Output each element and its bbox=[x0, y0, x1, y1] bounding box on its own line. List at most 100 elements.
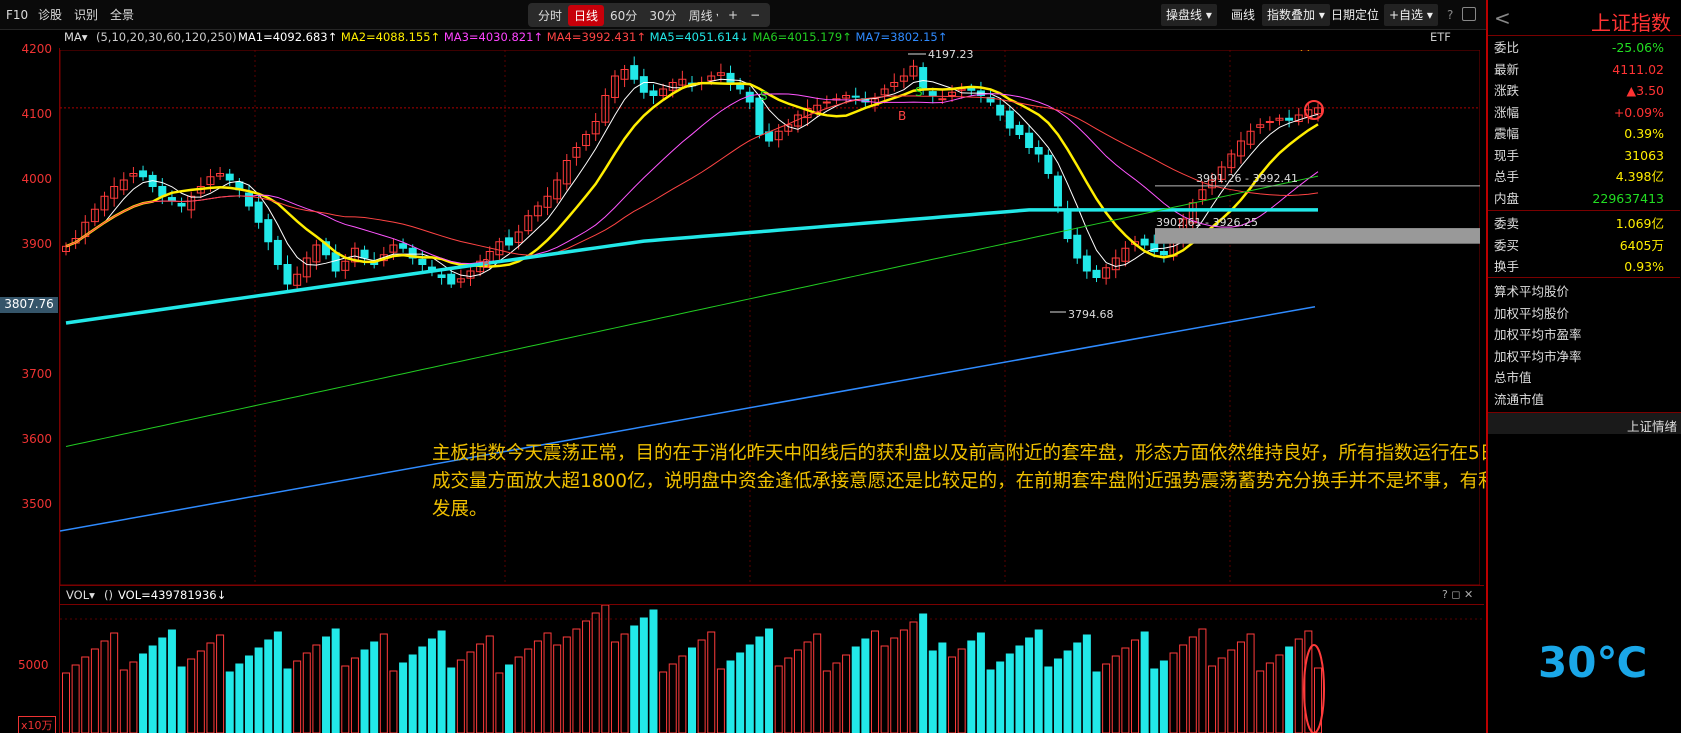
tab-60min[interactable]: 60分 bbox=[604, 5, 643, 26]
volume-bar bbox=[793, 649, 802, 733]
ma-item-7: MA7=3802.15↑ bbox=[855, 30, 948, 44]
vol-ytick: 5000 bbox=[18, 658, 49, 672]
ma5-line bbox=[65, 208, 1318, 325]
volume-bar bbox=[1092, 671, 1101, 733]
volume-bar bbox=[447, 667, 456, 733]
order-label: 委卖 bbox=[1494, 216, 1520, 231]
quote-row: 涨幅 +0.09% bbox=[1490, 102, 1680, 124]
kline-candle bbox=[649, 90, 658, 97]
stat-row: 算术平均股价 bbox=[1490, 281, 1680, 303]
quote-row: 最新 4111.02 bbox=[1490, 59, 1680, 81]
quote-label: 内盘 bbox=[1494, 190, 1520, 206]
volume-bar bbox=[302, 652, 311, 733]
volume-bar bbox=[408, 654, 417, 733]
volume-bar bbox=[264, 639, 273, 733]
stat-label: 加权平均市净率 bbox=[1494, 348, 1582, 364]
y-tick-label: 4000 bbox=[21, 172, 52, 186]
volume-bar bbox=[1246, 633, 1255, 733]
vol-window-controls[interactable]: ? ◻ ✕ bbox=[1442, 588, 1473, 601]
kline-candle bbox=[928, 91, 937, 96]
stat-row: 总市值 bbox=[1490, 367, 1680, 389]
panorama-button[interactable]: 全景 bbox=[108, 5, 136, 25]
volume-bar bbox=[1217, 657, 1226, 733]
support-zone bbox=[1155, 228, 1480, 244]
volume-bar bbox=[90, 648, 99, 733]
order-value: 1.069亿 bbox=[1615, 216, 1664, 231]
quote-label: 现手 bbox=[1494, 147, 1520, 163]
volume-bar bbox=[822, 670, 831, 733]
volume-bar bbox=[861, 638, 870, 733]
tab-30min[interactable]: 30分 bbox=[643, 5, 682, 26]
quote-value: 229637413 bbox=[1592, 190, 1664, 206]
stat-row: 加权平均股价 bbox=[1490, 303, 1680, 325]
volume-bar bbox=[216, 634, 225, 733]
volume-bar bbox=[399, 662, 408, 733]
identify-button[interactable]: 识别 bbox=[72, 5, 100, 25]
stat-label: 加权平均市盈率 bbox=[1494, 327, 1582, 342]
volume-bar bbox=[485, 635, 494, 733]
tab-intraday[interactable]: 分时 bbox=[532, 5, 568, 26]
f10-button[interactable]: F10 bbox=[4, 5, 30, 25]
kline-candle bbox=[1285, 117, 1294, 121]
back-icon[interactable]: < bbox=[1494, 6, 1511, 30]
volume-bar bbox=[1073, 642, 1082, 733]
volume-bar bbox=[244, 655, 253, 733]
volume-bar bbox=[119, 669, 128, 733]
kline-candle bbox=[1005, 110, 1014, 129]
vol-title[interactable]: VOL▾ bbox=[66, 588, 95, 602]
etf-label[interactable]: ETF bbox=[1430, 30, 1451, 46]
kline-candle bbox=[283, 264, 292, 285]
diagnose-button[interactable]: 诊股 bbox=[36, 5, 64, 25]
tab-daily[interactable]: 日线 bbox=[568, 4, 605, 26]
kline-candle bbox=[1015, 124, 1024, 136]
volume-bar bbox=[938, 642, 947, 733]
volume-bar bbox=[562, 636, 571, 733]
volume-bar bbox=[1169, 652, 1178, 733]
volume-bar bbox=[1063, 650, 1072, 733]
kline-candle bbox=[630, 65, 639, 80]
ma-title[interactable]: MA▾ bbox=[64, 30, 88, 46]
volume-bar bbox=[235, 663, 244, 733]
volume-bar bbox=[148, 645, 157, 733]
volume-bar bbox=[957, 648, 966, 733]
zoom-out-button[interactable]: − bbox=[744, 6, 766, 24]
zone1-label: 3991.26 - 3992.41 bbox=[1196, 172, 1298, 185]
volume-bar bbox=[1082, 634, 1091, 733]
sentiment-tab[interactable]: 上证情绪 bbox=[1627, 416, 1677, 435]
volume-bar bbox=[755, 636, 764, 733]
kline-candle bbox=[360, 249, 369, 259]
volume-bar bbox=[196, 650, 205, 733]
volume-bar bbox=[389, 670, 398, 733]
volume-bar bbox=[505, 664, 514, 733]
index-overlay-dropdown[interactable]: 指数叠加 ▾ bbox=[1262, 4, 1330, 26]
date-locate-button[interactable]: 日期定位 bbox=[1326, 4, 1384, 26]
volume-bar bbox=[533, 640, 542, 733]
kline-candle bbox=[967, 87, 976, 91]
volume-bar bbox=[707, 631, 716, 733]
volume-bar bbox=[1256, 670, 1265, 733]
stat-row: 流通市值 bbox=[1490, 389, 1680, 411]
kline-candle bbox=[1150, 243, 1159, 252]
quote-row: 委比 -25.06% bbox=[1490, 37, 1680, 59]
signal-s: S bbox=[760, 89, 768, 103]
kline-candle bbox=[167, 197, 176, 202]
strategy-line-dropdown[interactable]: 操盘线 ▾ bbox=[1161, 4, 1217, 26]
zoom-in-button[interactable]: + bbox=[722, 6, 744, 24]
add-watchlist-dropdown[interactable]: +自选 ▾ bbox=[1384, 4, 1438, 26]
kline-candle bbox=[755, 97, 764, 135]
volume-bar bbox=[639, 617, 648, 733]
volume-bar bbox=[177, 666, 186, 733]
ma2-line bbox=[65, 81, 1319, 268]
volume-bar bbox=[139, 653, 148, 733]
current-price-tag: 3807.76 bbox=[0, 296, 58, 313]
help-icon[interactable]: ? bbox=[1442, 4, 1458, 26]
volume-bar bbox=[610, 641, 619, 733]
volume-bar bbox=[187, 658, 196, 733]
volume-bar bbox=[456, 659, 465, 733]
kline-candle bbox=[822, 101, 831, 104]
volume-chart[interactable] bbox=[60, 605, 1484, 733]
volume-bar bbox=[745, 644, 754, 733]
draw-line-button[interactable]: 画线 bbox=[1226, 4, 1260, 26]
quote-label: 涨幅 bbox=[1494, 104, 1520, 120]
expand-icon[interactable] bbox=[1462, 7, 1476, 21]
